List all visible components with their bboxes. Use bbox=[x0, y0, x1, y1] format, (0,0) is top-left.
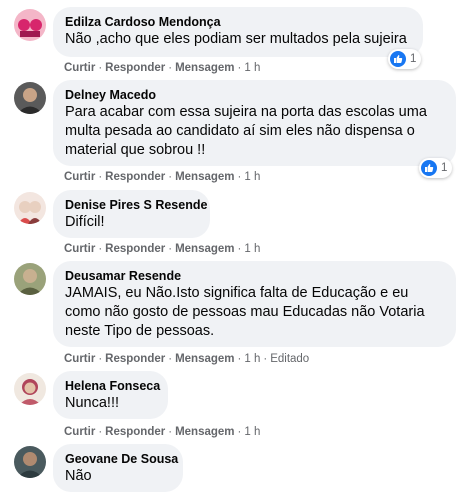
edited-label[interactable]: Editado bbox=[270, 353, 309, 365]
comment-text: Não bbox=[65, 468, 92, 484]
comment-actions: Curtir · Responder · Mensagem · 1 h bbox=[64, 61, 260, 75]
like-button[interactable]: Curtir bbox=[64, 353, 95, 365]
comment-timestamp[interactable]: 1 h bbox=[244, 353, 260, 365]
reply-button[interactable]: Responder bbox=[105, 243, 165, 255]
message-button[interactable]: Mensagem bbox=[175, 426, 234, 438]
comment-text: Difícil! bbox=[65, 214, 105, 230]
comment-author[interactable]: Denise Pires S Resende bbox=[65, 197, 207, 213]
comment-bubble: Deusamar Resende JAMAIS, eu Não.Isto sig… bbox=[53, 261, 456, 347]
avatar[interactable] bbox=[14, 9, 46, 41]
separator-dot: · bbox=[98, 243, 103, 255]
comment-actions: Curtir · Responder · Mensagem · 1 h bbox=[64, 425, 260, 439]
comment-author[interactable]: Deusamar Resende bbox=[65, 268, 444, 284]
comment-author[interactable]: Geovane De Sousa bbox=[65, 451, 178, 467]
comment-author[interactable]: Delney Macedo bbox=[65, 87, 444, 103]
separator-dot: · bbox=[98, 353, 103, 365]
message-button[interactable]: Mensagem bbox=[175, 62, 234, 74]
comment-bubble: Denise Pires S Resende Difícil! bbox=[53, 190, 210, 238]
avatar[interactable] bbox=[14, 373, 46, 405]
reply-button[interactable]: Responder bbox=[105, 171, 165, 183]
reply-button[interactable]: Responder bbox=[105, 353, 165, 365]
comment-text: Nunca!!! bbox=[65, 395, 119, 411]
message-button[interactable]: Mensagem bbox=[175, 243, 234, 255]
separator-dot: · bbox=[168, 426, 173, 438]
comment-timestamp[interactable]: 1 h bbox=[244, 62, 260, 74]
like-icon bbox=[421, 160, 437, 176]
message-button[interactable]: Mensagem bbox=[175, 171, 234, 183]
separator-dot: · bbox=[98, 62, 103, 74]
message-button[interactable]: Mensagem bbox=[175, 353, 234, 365]
separator-dot: · bbox=[237, 426, 242, 438]
separator-dot: · bbox=[98, 171, 103, 183]
comment-text: Para acabar com essa sujeira na porta da… bbox=[65, 104, 427, 158]
comment-actions: Curtir · Responder · Mensagem · 1 h bbox=[64, 170, 260, 184]
reply-button[interactable]: Responder bbox=[105, 426, 165, 438]
comment-author[interactable]: Helena Fonseca bbox=[65, 378, 160, 394]
separator-dot: · bbox=[168, 171, 173, 183]
reaction-count: 1 bbox=[410, 53, 417, 65]
separator-dot: · bbox=[237, 353, 242, 365]
separator-dot: · bbox=[237, 243, 242, 255]
reaction-summary[interactable]: 1 bbox=[388, 49, 422, 69]
avatar[interactable] bbox=[14, 263, 46, 295]
comment-text: Não ,acho que eles podiam ser multados p… bbox=[65, 31, 407, 47]
like-button[interactable]: Curtir bbox=[64, 426, 95, 438]
like-button[interactable]: Curtir bbox=[64, 171, 95, 183]
comment-timestamp[interactable]: 1 h bbox=[244, 243, 260, 255]
comment-bubble: Helena Fonseca Nunca!!! bbox=[53, 371, 168, 419]
like-button[interactable]: Curtir bbox=[64, 62, 95, 74]
comment-timestamp[interactable]: 1 h bbox=[244, 171, 260, 183]
comment-bubble: Delney Macedo Para acabar com essa sujei… bbox=[53, 80, 456, 166]
separator-dot: · bbox=[168, 62, 173, 74]
separator-dot: · bbox=[168, 243, 173, 255]
like-button[interactable]: Curtir bbox=[64, 243, 95, 255]
separator-dot: · bbox=[237, 171, 242, 183]
avatar[interactable] bbox=[14, 446, 46, 478]
comment-author[interactable]: Edilza Cardoso Mendonça bbox=[65, 14, 411, 30]
reaction-count: 1 bbox=[441, 162, 448, 174]
separator-dot: · bbox=[237, 62, 242, 74]
separator-dot: · bbox=[98, 426, 103, 438]
avatar[interactable] bbox=[14, 82, 46, 114]
comment-bubble: Edilza Cardoso Mendonça Não ,acho que el… bbox=[53, 7, 423, 57]
avatar[interactable] bbox=[14, 192, 46, 224]
comment-actions: Curtir · Responder · Mensagem · 1 h bbox=[64, 242, 260, 256]
comment-bubble: Geovane De Sousa Não bbox=[53, 444, 183, 492]
comment-text: JAMAIS, eu Não.Isto significa falta de E… bbox=[65, 285, 425, 339]
reply-button[interactable]: Responder bbox=[105, 62, 165, 74]
comment-actions: Curtir · Responder · Mensagem · 1 h · Editado bbox=[64, 352, 309, 366]
separator-dot: · bbox=[168, 353, 173, 365]
like-icon bbox=[390, 51, 406, 67]
comment-timestamp[interactable]: 1 h bbox=[244, 426, 260, 438]
reaction-summary[interactable]: 1 bbox=[419, 158, 453, 178]
separator-dot: · bbox=[263, 353, 268, 365]
